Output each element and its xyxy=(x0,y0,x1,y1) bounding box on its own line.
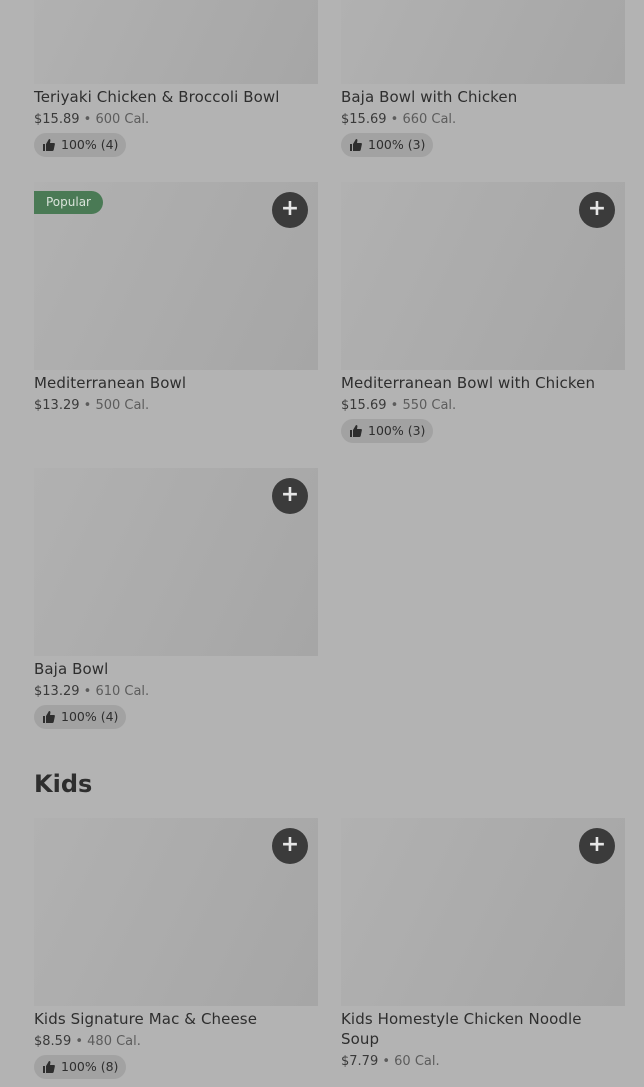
item-meta: $15.69 • 550 Cal. xyxy=(341,398,457,413)
item-price: $7.79 xyxy=(341,1054,379,1069)
menu-item-card[interactable]: + Mediterranean Bowl with Chicken $15.69… xyxy=(341,182,625,448)
menu-item-card[interactable]: + Baja Bowl $13.29 • 610 Cal. 100% (4) xyxy=(34,468,318,734)
item-price: $13.29 xyxy=(34,684,80,699)
item-calories: 480 Cal. xyxy=(87,1034,141,1049)
item-name: Mediterranean Bowl with Chicken xyxy=(341,374,596,392)
section-title-kids: Kids xyxy=(34,770,93,798)
menu-item-card[interactable]: Teriyaki Chicken & Broccoli Bowl $15.89 … xyxy=(34,0,318,160)
item-name: Baja Bowl with Chicken xyxy=(341,88,518,106)
thumbs-up-icon xyxy=(43,1061,55,1073)
add-to-cart-button[interactable]: + xyxy=(272,478,308,514)
item-image xyxy=(341,0,625,84)
item-meta: $13.29 • 610 Cal. xyxy=(34,684,150,699)
item-price: $8.59 xyxy=(34,1034,72,1049)
item-name: Mediterranean Bowl xyxy=(34,374,187,392)
rating-text: 100% (4) xyxy=(61,137,119,152)
item-meta: $15.69 • 660 Cal. xyxy=(341,112,457,127)
add-to-cart-button[interactable]: + xyxy=(579,192,615,228)
item-price: $15.69 xyxy=(341,398,387,413)
item-meta: $15.89 • 600 Cal. xyxy=(34,112,150,127)
rating-pill[interactable]: 100% (3) xyxy=(341,419,434,443)
popular-badge: Popular xyxy=(34,191,103,214)
add-to-cart-button[interactable]: + xyxy=(272,828,308,864)
rating-text: 100% (3) xyxy=(368,423,426,438)
item-meta: $7.79 • 60 Cal. xyxy=(341,1054,440,1069)
rating-pill[interactable]: 100% (4) xyxy=(34,705,127,729)
thumbs-up-icon xyxy=(43,711,55,723)
menu-item-card[interactable]: Popular + Mediterranean Bowl $13.29 • 50… xyxy=(34,182,318,422)
item-calories: 60 Cal. xyxy=(394,1054,440,1069)
item-meta: $13.29 • 500 Cal. xyxy=(34,398,150,413)
thumbs-up-icon xyxy=(43,139,55,151)
rating-text: 100% (4) xyxy=(61,709,119,724)
item-calories: 550 Cal. xyxy=(402,398,457,413)
add-to-cart-button[interactable]: + xyxy=(272,192,308,228)
item-name: Kids Signature Mac & Cheese xyxy=(34,1010,258,1028)
rating-text: 100% (3) xyxy=(368,137,426,152)
item-image xyxy=(34,0,318,84)
item-calories: 600 Cal. xyxy=(95,112,150,127)
item-price: $15.89 xyxy=(34,112,80,127)
menu-item-card[interactable]: + Kids Homestyle Chicken Noodle Soup $7.… xyxy=(341,818,625,1084)
rating-pill[interactable]: 100% (3) xyxy=(341,133,434,157)
item-meta: $8.59 • 480 Cal. xyxy=(34,1034,141,1049)
item-name: Teriyaki Chicken & Broccoli Bowl xyxy=(34,88,280,106)
thumbs-up-icon xyxy=(350,425,362,437)
thumbs-up-icon xyxy=(350,139,362,151)
item-price: $15.69 xyxy=(341,112,387,127)
item-calories: 610 Cal. xyxy=(95,684,150,699)
rating-pill[interactable]: 100% (8) xyxy=(34,1055,127,1079)
item-name: Baja Bowl xyxy=(34,660,109,678)
rating-pill[interactable]: 100% (4) xyxy=(34,133,127,157)
menu-item-card[interactable]: + Kids Signature Mac & Cheese $8.59 • 48… xyxy=(34,818,318,1084)
menu-item-card[interactable]: Baja Bowl with Chicken $15.69 • 660 Cal.… xyxy=(341,0,625,160)
add-to-cart-button[interactable]: + xyxy=(579,828,615,864)
item-price: $13.29 xyxy=(34,398,80,413)
rating-text: 100% (8) xyxy=(61,1059,119,1074)
item-calories: 660 Cal. xyxy=(402,112,457,127)
item-calories: 500 Cal. xyxy=(95,398,150,413)
item-name: Kids Homestyle Chicken Noodle Soup xyxy=(341,1010,582,1048)
